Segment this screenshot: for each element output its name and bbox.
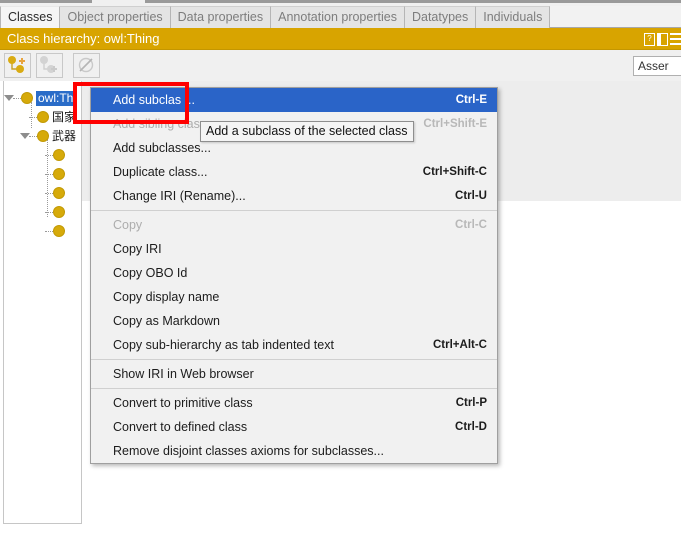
class-node-icon: [37, 130, 49, 142]
menu-add-subclass[interactable]: Add subclas ... Ctrl-E: [91, 88, 497, 112]
menu-item-label: Add subclas ...: [113, 93, 195, 107]
help-icon[interactable]: ?: [644, 32, 655, 46]
menu-item-label: Convert to primitive class: [113, 396, 253, 410]
menu-item-label: Remove disjoint classes axioms for subcl…: [113, 444, 384, 458]
menu-item-label: Copy: [113, 218, 143, 232]
top-strip-segment-left: [0, 0, 92, 3]
menu-item-accelerator: Ctrl-E: [455, 94, 487, 106]
protege-window: Classes Object properties Data properties A…: [0, 0, 681, 534]
hierarchy-view-selector[interactable]: Asser: [633, 56, 681, 76]
menu-item-label: Change IRI (Rename)...: [113, 189, 246, 203]
class-context-menu[interactable]: Add subclas ... Ctrl-E Add sibling clas Ctr…: [90, 87, 498, 464]
add-sibling-class-icon: [40, 56, 57, 73]
menu-item-accelerator: Ctrl+Shift-C: [422, 166, 487, 178]
menu-item-label: Copy sub-hierarchy as tab indented text: [113, 338, 334, 352]
tree-connector: [45, 193, 53, 194]
tree-connector: [29, 117, 37, 118]
tree-node[interactable]: 武器: [4, 127, 81, 145]
tree-node[interactable]: [4, 222, 81, 240]
class-node-icon: [53, 225, 65, 237]
menu-item-accelerator: Ctrl-U: [455, 190, 487, 202]
menu-item-label: Copy display name: [113, 290, 220, 304]
class-node-icon: [53, 206, 65, 218]
menu-item-label: Show IRI in Web browser: [113, 367, 254, 381]
tree-node[interactable]: [4, 165, 81, 183]
tree-node-label: 国家: [52, 110, 77, 124]
menu-item-accelerator: Ctrl+Alt-C: [433, 339, 487, 351]
class-node-icon: [21, 92, 33, 104]
main-tab-bar: Classes Object properties Data properties A…: [0, 6, 681, 28]
delete-class-button: [73, 53, 100, 78]
tree-connector: [29, 136, 37, 137]
tab-individuals[interactable]: Individuals: [476, 6, 551, 28]
menu-item-accelerator: Ctrl-D: [455, 421, 487, 433]
add-subclass-button[interactable]: [4, 53, 31, 78]
tab-annotation-properties[interactable]: Annotation properties: [271, 6, 405, 28]
tab-datatypes[interactable]: Datatypes: [404, 6, 477, 28]
menu-convert-to-primitive-class[interactable]: Convert to primitive class Ctrl-P: [91, 391, 497, 415]
page-title: Class hierarchy: owl:Thing: [7, 31, 160, 46]
class-hierarchy-title-bar: Class hierarchy: owl:Thing ?: [0, 28, 681, 50]
top-strip-segment-right: [145, 0, 681, 3]
menu-item-label: Add sibling clas: [113, 117, 200, 131]
menu-copy-obo-id[interactable]: Copy OBO Id: [91, 261, 497, 285]
menu-item-label: Copy OBO Id: [113, 266, 188, 280]
class-node-icon: [53, 149, 65, 161]
menu-separator: [91, 359, 497, 360]
tree-connector: [13, 98, 21, 99]
tree-connector: [45, 155, 53, 156]
menu-copy: Copy Ctrl-C: [91, 213, 497, 237]
menu-copy-as-markdown[interactable]: Copy as Markdown: [91, 309, 497, 333]
class-hierarchy-tree[interactable]: owl:Th 国家武器: [3, 84, 82, 524]
view-menu-icon[interactable]: [670, 32, 681, 46]
split-view-icon[interactable]: [657, 32, 668, 46]
menu-item-accelerator: Ctrl+Shift-E: [423, 118, 487, 130]
menu-convert-to-defined-class[interactable]: Convert to defined class Ctrl-D: [91, 415, 497, 439]
tree-node[interactable]: [4, 184, 81, 202]
title-bar-icon-group: ?: [644, 31, 681, 47]
menu-copy-iri[interactable]: Copy IRI: [91, 237, 497, 261]
menu-separator: [91, 210, 497, 211]
tree-connector: [45, 231, 53, 232]
menu-item-label: Convert to defined class: [113, 420, 248, 434]
menu-item-label: Add subclasses...: [113, 141, 211, 155]
add-subclass-icon: [8, 56, 25, 73]
add-sibling-class-button: [36, 53, 63, 78]
menu-item-label: Duplicate class...: [113, 165, 208, 179]
menu-copy-sub-hierarchy[interactable]: Copy sub-hierarchy as tab indented text C…: [91, 333, 497, 357]
menu-change-iri[interactable]: Change IRI (Rename)... Ctrl-U: [91, 184, 497, 208]
menu-item-label: Copy as Markdown: [113, 314, 220, 328]
delete-class-icon: [78, 57, 94, 73]
tree-node[interactable]: [4, 146, 81, 164]
tree-node[interactable]: [4, 203, 81, 221]
tab-classes[interactable]: Classes: [0, 6, 61, 28]
tree-node-label: owl:Th: [36, 91, 76, 106]
menu-item-accelerator: Ctrl-C: [455, 219, 487, 231]
tab-data-properties[interactable]: Data properties: [170, 6, 272, 28]
menu-item-label: Copy IRI: [113, 242, 162, 256]
class-hierarchy-toolbar: Asser: [0, 50, 681, 81]
tab-object-properties[interactable]: Object properties: [60, 6, 171, 28]
menu-item-accelerator: Ctrl-P: [455, 397, 487, 409]
tree-node[interactable]: 国家: [4, 108, 81, 126]
class-node-icon: [53, 187, 65, 199]
tree-node-label: 武器: [52, 129, 77, 143]
menu-duplicate-class[interactable]: Duplicate class... Ctrl+Shift-C: [91, 160, 497, 184]
tree-connector: [45, 212, 53, 213]
class-node-icon: [53, 168, 65, 180]
menu-remove-disjoint-classes-axioms[interactable]: Remove disjoint classes axioms for subcl…: [91, 439, 497, 463]
class-node-icon: [37, 111, 49, 123]
tree-node[interactable]: owl:Th: [4, 89, 81, 107]
tooltip: Add a subclass of the selected class: [200, 121, 414, 142]
menu-copy-display-name[interactable]: Copy display name: [91, 285, 497, 309]
menu-show-iri-in-web-browser[interactable]: Show IRI in Web browser: [91, 362, 497, 386]
menu-separator: [91, 388, 497, 389]
tree-connector: [45, 174, 53, 175]
